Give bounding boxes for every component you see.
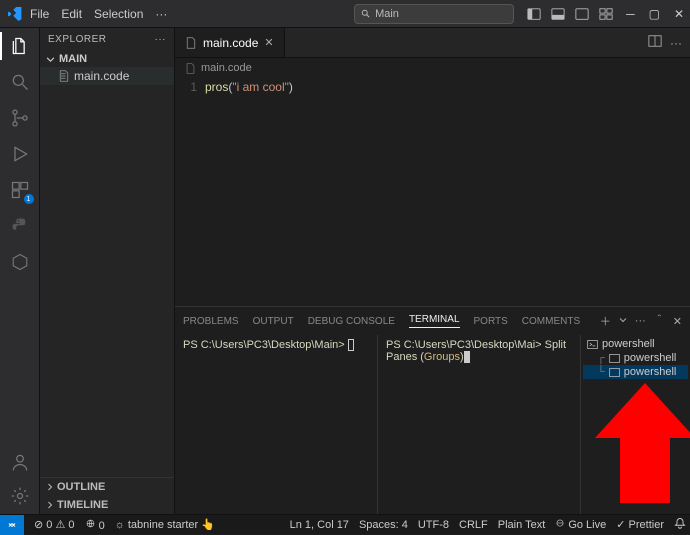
status-line-col[interactable]: Ln 1, Col 17 <box>290 519 349 531</box>
terminal-list-item[interactable]: └ powershell <box>583 365 688 379</box>
status-tabnine[interactable]: ☼ tabnine starter 👆 <box>115 518 215 531</box>
panel-tab-ports[interactable]: PORTS <box>474 316 508 327</box>
explorer-sidebar: EXPLORER ··· MAIN main.code OUTLINE TIME… <box>40 28 175 514</box>
chevron-down-icon <box>46 55 55 64</box>
window-maximize-icon[interactable]: ▢ <box>649 7 660 21</box>
layout-sidebar-left-icon[interactable] <box>526 6 542 22</box>
activity-search-icon[interactable] <box>8 70 32 94</box>
command-center-label: Main <box>375 8 399 20</box>
breadcrumb[interactable]: main.code <box>175 58 690 78</box>
layout-sidebar-right-icon[interactable] <box>574 6 590 22</box>
status-encoding[interactable]: UTF-8 <box>418 519 449 531</box>
status-prettier[interactable]: ✓ Prettier <box>616 518 664 531</box>
customize-layout-icon[interactable] <box>598 6 614 22</box>
more-icon[interactable]: ··· <box>670 36 682 50</box>
panel-tabs: PROBLEMS OUTPUT DEBUG CONSOLE TERMINAL P… <box>175 307 690 335</box>
status-eol[interactable]: CRLF <box>459 519 488 531</box>
activity-scm-icon[interactable] <box>8 106 32 130</box>
activity-extensions-icon[interactable]: 1 <box>8 178 32 202</box>
status-language[interactable]: Plain Text <box>498 519 546 531</box>
status-golive[interactable]: Go Live <box>555 518 606 531</box>
command-center[interactable]: Main <box>354 4 514 24</box>
window-minimize-icon[interactable]: ─ <box>626 7 635 21</box>
panel-more-icon[interactable]: ··· <box>635 315 646 327</box>
terminal-dropdown-icon[interactable] <box>619 315 627 327</box>
new-terminal-icon[interactable]: ＋ <box>600 313 611 329</box>
activity-settings-icon[interactable] <box>8 484 32 508</box>
window-close-icon[interactable]: ✕ <box>674 7 684 21</box>
chevron-right-icon <box>46 501 54 509</box>
split-editor-icon[interactable] <box>648 34 662 51</box>
terminal-icon <box>609 353 620 364</box>
panel-tab-problems[interactable]: PROBLEMS <box>183 316 239 327</box>
status-notifications-icon[interactable] <box>674 517 686 532</box>
chevron-right-icon <box>46 483 54 491</box>
panel-tab-comments[interactable]: COMMENTS <box>522 316 580 327</box>
terminal-2[interactable]: PS C:\Users\PC3\Desktop\Mai> Split Panes… <box>377 335 580 514</box>
menu-edit[interactable]: Edit <box>61 7 82 21</box>
folder-header[interactable]: MAIN <box>40 51 174 67</box>
panel-tab-debug[interactable]: DEBUG CONSOLE <box>308 316 395 327</box>
terminal-icon <box>587 339 598 350</box>
gutter: 1 <box>175 80 205 304</box>
menu-selection[interactable]: Selection <box>94 7 143 21</box>
terminal-list-item[interactable]: powershell <box>583 337 688 351</box>
file-icon <box>185 37 197 49</box>
terminal-icon <box>609 367 620 378</box>
timeline-section[interactable]: TIMELINE <box>40 496 174 514</box>
close-icon[interactable]: ✕ <box>264 36 273 49</box>
activity-python-icon[interactable] <box>8 214 32 238</box>
close-panel-icon[interactable]: ✕ <box>673 315 682 328</box>
code-line: pros("i am cool") <box>205 80 293 304</box>
titlebar: File Edit Selection ··· Main ─ ▢ ✕ <box>0 0 690 28</box>
tab-main-code[interactable]: main.code ✕ <box>175 28 285 57</box>
activity-bar: 1 <box>0 28 40 514</box>
search-icon <box>361 9 371 19</box>
file-icon <box>185 63 196 74</box>
code-editor[interactable]: 1 pros("i am cool") <box>175 78 690 306</box>
menu-file[interactable]: File <box>30 7 49 21</box>
explorer-title: EXPLORER <box>48 34 106 45</box>
extension-badge: 1 <box>24 194 34 204</box>
activity-hex-icon[interactable] <box>8 250 32 274</box>
remote-indicator[interactable] <box>0 515 24 535</box>
activity-debug-icon[interactable] <box>8 142 32 166</box>
panel-tab-terminal[interactable]: TERMINAL <box>409 314 460 328</box>
editor-tabs: main.code ✕ ··· <box>175 28 690 58</box>
file-icon <box>58 70 70 82</box>
outline-section[interactable]: OUTLINE <box>40 478 174 496</box>
status-ports[interactable]: 0 <box>85 518 105 532</box>
terminal-list-item[interactable]: ┌ powershell <box>583 351 688 365</box>
activity-account-icon[interactable] <box>8 450 32 474</box>
status-bar: ⊘ 0 ⚠ 0 0 ☼ tabnine starter 👆 Ln 1, Col … <box>0 514 690 534</box>
status-problems[interactable]: ⊘ 0 ⚠ 0 <box>34 518 75 531</box>
file-item-main[interactable]: main.code <box>40 67 174 85</box>
terminal-list: powershell ┌ powershell └ powershell <box>580 335 690 514</box>
vscode-logo-icon <box>6 5 24 23</box>
cursor-icon <box>464 351 470 363</box>
maximize-panel-icon[interactable]: ＾ <box>654 313 665 329</box>
menu-bar: File Edit Selection ··· <box>30 7 167 21</box>
activity-explorer-icon[interactable] <box>8 34 32 58</box>
menu-overflow[interactable]: ··· <box>155 7 167 21</box>
panel-tab-output[interactable]: OUTPUT <box>253 316 294 327</box>
terminal-1[interactable]: PS C:\Users\PC3\Desktop\Main> <box>175 335 377 514</box>
status-spaces[interactable]: Spaces: 4 <box>359 519 408 531</box>
bottom-panel: PROBLEMS OUTPUT DEBUG CONSOLE TERMINAL P… <box>175 306 690 514</box>
editor-area: main.code ✕ ··· main.code 1 pros("i am c… <box>175 28 690 514</box>
explorer-more-icon[interactable]: ··· <box>155 34 167 45</box>
cursor-icon <box>348 339 354 351</box>
layout-panel-icon[interactable] <box>550 6 566 22</box>
